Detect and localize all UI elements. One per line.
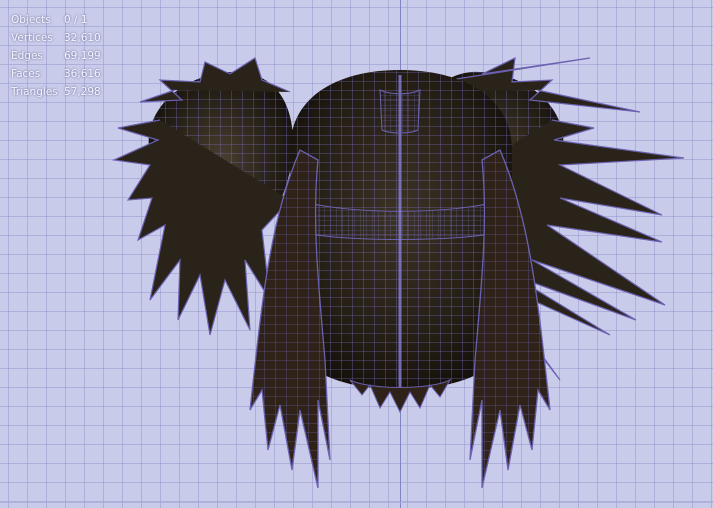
hair-mesh-model[interactable] xyxy=(0,0,713,508)
scene-statistics-overlay: Objects 0 / 1 Vertices 32,610 Edges 69,1… xyxy=(11,11,101,101)
stat-objects: Objects 0 / 1 xyxy=(11,11,101,29)
stat-value: 69,199 xyxy=(64,50,101,62)
stat-label: Vertices xyxy=(11,32,53,44)
stat-value: 0 / 1 xyxy=(64,14,88,26)
stat-edges: Edges 69,199 xyxy=(11,47,101,65)
stat-label: Edges xyxy=(11,50,43,62)
stat-vertices: Vertices 32,610 xyxy=(11,29,101,47)
3d-viewport[interactable]: Objects 0 / 1 Vertices 32,610 Edges 69,1… xyxy=(0,0,713,508)
stat-value: 36,616 xyxy=(64,68,101,80)
stat-value: 57,298 xyxy=(64,86,101,98)
stat-label: Faces xyxy=(11,68,41,80)
stat-value: 32,610 xyxy=(64,32,101,44)
stat-label: Objects xyxy=(11,14,51,26)
stat-triangles: Triangles 57,298 xyxy=(11,83,101,101)
stat-faces: Faces 36,616 xyxy=(11,65,101,83)
stat-label: Triangles xyxy=(11,86,58,98)
